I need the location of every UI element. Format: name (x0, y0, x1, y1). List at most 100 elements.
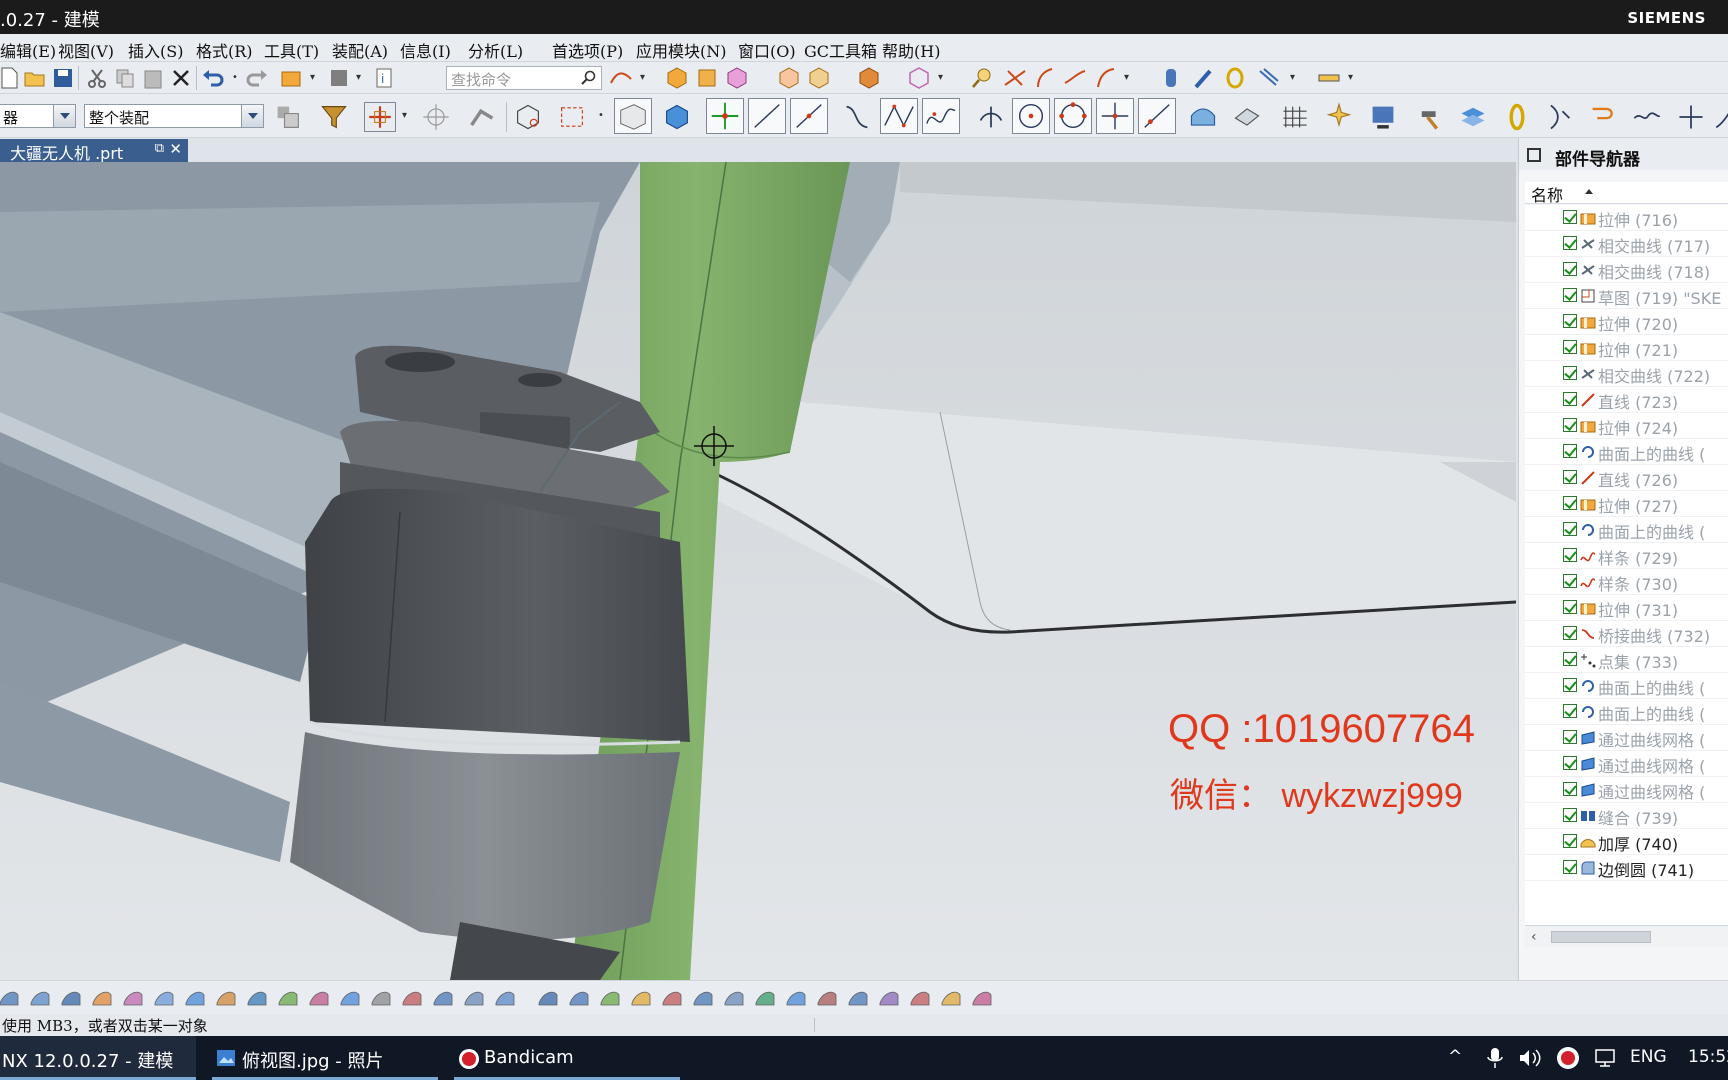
circle-points-button[interactable] (1054, 98, 1092, 134)
checkbox-checked-icon[interactable] (1563, 600, 1577, 614)
offset-curve-icon[interactable] (1032, 65, 1058, 91)
type-filter-combo[interactable]: 器 (0, 104, 76, 128)
constraint-icon[interactable] (776, 65, 802, 91)
feature-tree-row[interactable]: 点集 (733) (1525, 647, 1728, 673)
checkbox-checked-icon[interactable] (1563, 444, 1577, 458)
surface-tool-icon[interactable] (566, 985, 592, 1011)
surface-tool-icon[interactable] (876, 985, 902, 1011)
surface-tool-icon[interactable] (628, 985, 654, 1011)
popout-icon[interactable]: ⧉ (155, 141, 164, 156)
pen-icon[interactable] (1190, 65, 1216, 91)
surface-tool-icon[interactable] (907, 985, 933, 1011)
general-selection-icon[interactable] (272, 102, 304, 132)
move-component-icon[interactable] (806, 65, 832, 91)
checkbox-checked-icon[interactable] (1563, 496, 1577, 510)
surface-tool-icon[interactable] (120, 985, 146, 1011)
checkbox-checked-icon[interactable] (1563, 366, 1577, 380)
assembly-cube-icon[interactable] (664, 65, 690, 91)
snap-dropdown-icon[interactable]: ▾ (402, 111, 410, 121)
rect-select-dropdown-icon[interactable]: • (598, 111, 606, 121)
plane-icon[interactable] (1230, 102, 1264, 132)
checkbox-checked-icon[interactable] (1563, 860, 1577, 874)
cut-icon[interactable] (84, 65, 110, 91)
surface-tool-icon[interactable] (337, 985, 363, 1011)
selection-scope-combo[interactable]: 整个装配 (84, 104, 264, 128)
menu-info[interactable]: 信息(I) (400, 38, 451, 62)
surface-tool-icon[interactable] (244, 985, 270, 1011)
display-icon[interactable] (1366, 102, 1400, 132)
checkbox-checked-icon[interactable] (1563, 808, 1577, 822)
sweep-icon[interactable] (1256, 65, 1282, 91)
command-search-input[interactable]: 查找命令 (446, 66, 602, 90)
feature-icon[interactable] (278, 65, 304, 91)
save-icon[interactable] (50, 65, 76, 91)
sweep-dropdown-icon[interactable]: ▾ (1290, 73, 1298, 83)
bracket-curve-icon[interactable] (1542, 102, 1576, 132)
curve-tool-icon[interactable] (608, 65, 634, 91)
feature-tree-row[interactable]: 通过曲线网格 ( (1525, 777, 1728, 803)
menu-analysis[interactable]: 分析(L) (468, 38, 523, 62)
surface-tool-icon[interactable] (938, 985, 964, 1011)
graphics-viewport[interactable]: QQ :1019607764 微信： wykzwzj999 (0, 162, 1516, 980)
feature-tree-row[interactable]: 曲面上的曲线 ( (1525, 673, 1728, 699)
new-file-icon[interactable] (0, 65, 22, 91)
edit-curve-dropdown-icon[interactable]: ▾ (1124, 73, 1132, 83)
feature-tree-row[interactable]: 边倒圆 (741) (1525, 855, 1728, 881)
line-button[interactable] (748, 98, 786, 134)
panel-restore-icon[interactable] (1527, 148, 1541, 162)
surface-tool-icon[interactable] (368, 985, 394, 1011)
feature-tree-row[interactable]: 相交曲线 (717) (1525, 231, 1728, 257)
cylinder-icon[interactable] (1158, 65, 1184, 91)
snap-point-icon[interactable] (364, 102, 396, 132)
info-icon[interactable]: i (372, 65, 398, 91)
blue-cube-icon[interactable] (660, 102, 694, 132)
recording-indicator-icon[interactable] (1556, 1046, 1580, 1070)
checkbox-checked-icon[interactable] (1563, 678, 1577, 692)
menu-assembly[interactable]: 装配(A) (332, 38, 388, 62)
copy-icon[interactable] (112, 65, 138, 91)
surface-tool-icon[interactable] (430, 985, 456, 1011)
surface-tool-icon[interactable] (535, 985, 561, 1011)
control-point-button[interactable] (706, 98, 744, 134)
surface-tool-icon[interactable] (752, 985, 778, 1011)
surface-tool-icon[interactable] (213, 985, 239, 1011)
checkbox-checked-icon[interactable] (1563, 782, 1577, 796)
undo-icon[interactable] (200, 65, 226, 91)
trim-curve-icon[interactable] (1002, 65, 1028, 91)
menu-format[interactable]: 格式(R) (196, 38, 253, 62)
close-icon[interactable]: ✕ (169, 140, 182, 158)
feature-tree-row[interactable]: 加厚 (740) (1525, 829, 1728, 855)
menu-gc-toolbox[interactable]: GC工具箱 (804, 38, 877, 62)
feature-tree-row[interactable]: 相交曲线 (718) (1525, 257, 1728, 283)
feature-tree-row[interactable]: 桥接曲线 (732) (1525, 621, 1728, 647)
chevron-down-icon[interactable] (241, 105, 263, 127)
microphone-icon[interactable] (1486, 1047, 1504, 1069)
grid-icon[interactable] (1278, 102, 1312, 132)
curve-dropdown-icon[interactable]: ▾ (640, 73, 648, 83)
coil-icon[interactable] (1222, 65, 1248, 91)
scroll-thumb[interactable] (1551, 931, 1651, 943)
surface-tool-icon[interactable] (306, 985, 332, 1011)
feature-dropdown-icon[interactable]: ▾ (310, 73, 318, 83)
curve-arc-icon[interactable] (1712, 102, 1728, 132)
checkbox-checked-icon[interactable] (1563, 288, 1577, 302)
extend-curve-icon[interactable] (1092, 65, 1118, 91)
checkbox-checked-icon[interactable] (1563, 392, 1577, 406)
surface-tool-icon[interactable] (814, 985, 840, 1011)
input-language[interactable]: ENG (1630, 1047, 1667, 1067)
undo-dropdown-icon[interactable]: • (232, 73, 240, 83)
intersection-point-button[interactable] (1096, 98, 1134, 134)
feature-tree-row[interactable]: 拉伸 (727) (1525, 491, 1728, 517)
surface-tool-icon[interactable] (275, 985, 301, 1011)
feature-tree-row[interactable]: 拉伸 (724) (1525, 413, 1728, 439)
checkbox-checked-icon[interactable] (1563, 834, 1577, 848)
taskbar-item-nx[interactable]: NX 12.0.0.27 - 建模 (0, 1036, 196, 1080)
checkbox-checked-icon[interactable] (1563, 340, 1577, 354)
menu-application[interactable]: 应用模块(N) (636, 38, 727, 62)
menu-edit[interactable]: 编辑(E) (0, 38, 56, 62)
checkbox-checked-icon[interactable] (1563, 236, 1577, 250)
move-handle-icon[interactable] (466, 102, 498, 132)
checkbox-checked-icon[interactable] (1563, 574, 1577, 588)
chain-icon[interactable] (1500, 102, 1534, 132)
checkbox-checked-icon[interactable] (1563, 522, 1577, 536)
